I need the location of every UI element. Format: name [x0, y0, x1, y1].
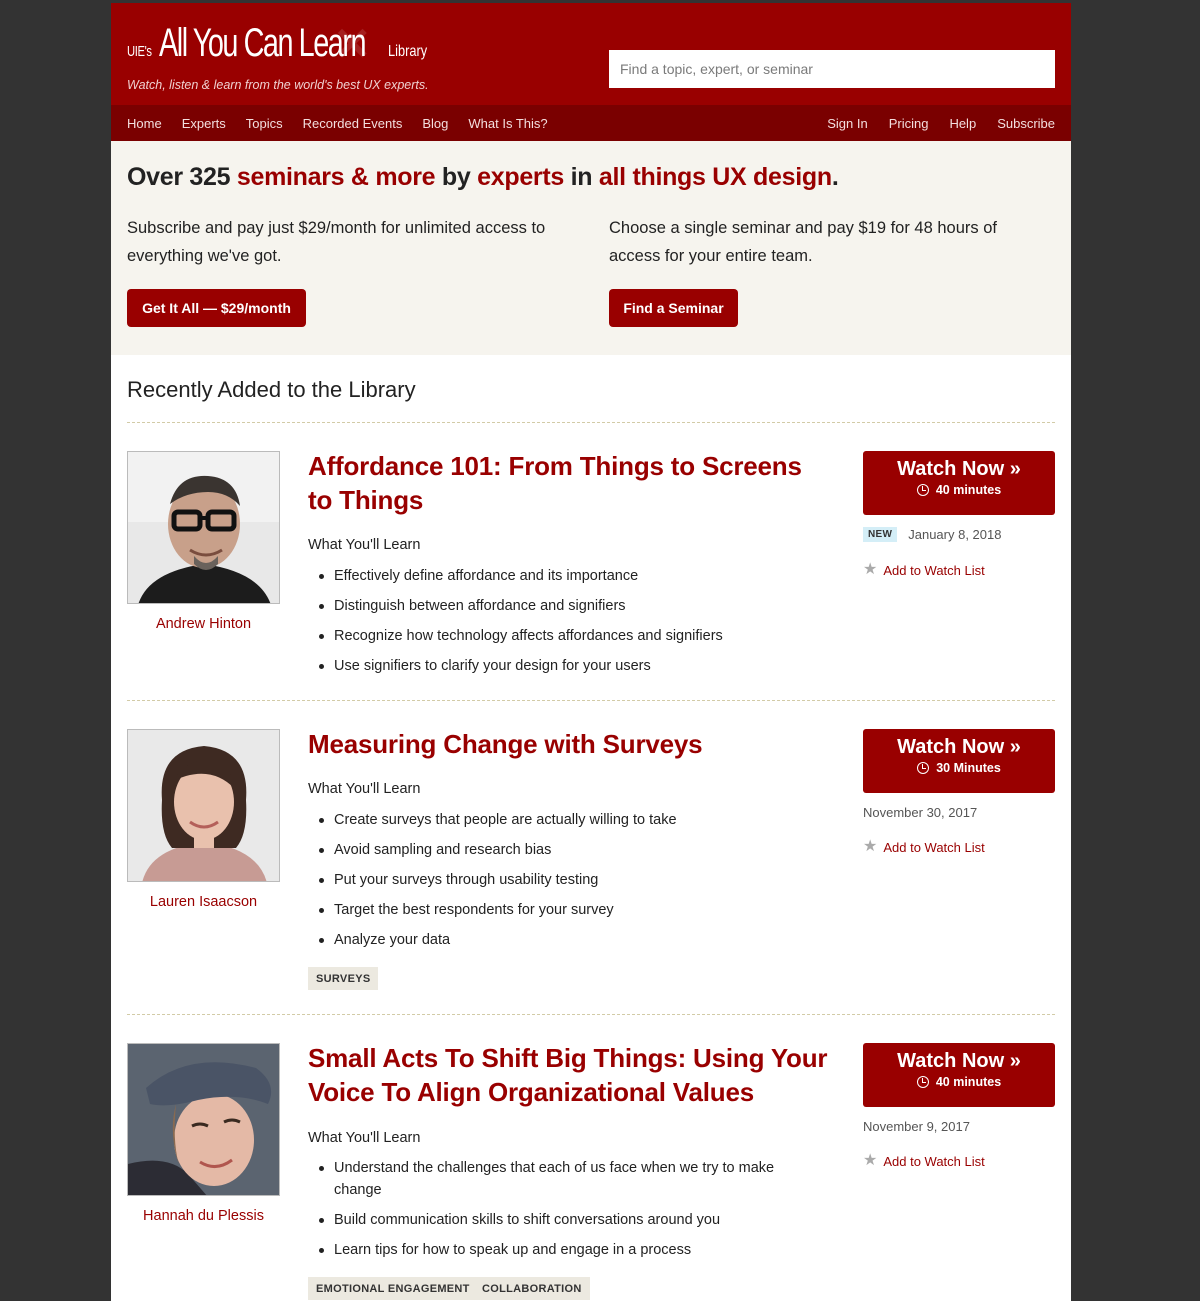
- duration: 40 minutes: [935, 1075, 1002, 1089]
- add-to-watch-list-link[interactable]: ★ Add to Watch List: [863, 839, 985, 855]
- nav-blog[interactable]: Blog: [422, 116, 448, 131]
- tagline: Watch, listen & learn from the world's b…: [127, 78, 429, 92]
- headline-link-experts[interactable]: experts: [477, 163, 564, 191]
- logo-prefix: UIE's: [127, 43, 152, 60]
- headline-text: Over 325: [127, 163, 237, 191]
- learn-item: Build communication skills to shift conv…: [308, 1209, 808, 1231]
- recent-heading: Recently Added to the Library: [127, 377, 416, 402]
- learn-item: Avoid sampling and research bias: [308, 839, 808, 861]
- tag-emotional-engagement[interactable]: EMOTIONAL ENGAGEMENT: [308, 1277, 478, 1300]
- nav-pricing[interactable]: Pricing: [889, 116, 929, 131]
- hero-headline: Over 325 seminars & more by experts in a…: [127, 163, 839, 192]
- hero: Over 325 seminars & more by experts in a…: [111, 141, 1071, 355]
- watch-now-label: Watch Now »: [897, 1050, 1021, 1072]
- headline-link-seminars[interactable]: seminars & more: [237, 163, 436, 191]
- learn-item: Recognize how technology affects afforda…: [308, 625, 808, 647]
- logo-suffix: Library: [388, 43, 428, 60]
- star-icon: ★: [863, 1152, 878, 1169]
- clock-icon: [916, 1076, 929, 1088]
- learn-list: Effectively define affordance and its im…: [308, 565, 808, 685]
- single-seminar-text: Choose a single seminar and pay $19 for …: [609, 219, 997, 265]
- seminar-meta: NEW January 8, 2018: [863, 527, 1001, 542]
- watch-now-button[interactable]: Watch Now » 40 minutes: [863, 451, 1055, 515]
- add-to-watch-list-label: Add to Watch List: [883, 839, 985, 855]
- nav-home[interactable]: Home: [127, 116, 162, 131]
- author-photo-andrew-hinton[interactable]: [127, 451, 280, 604]
- nav-sign-in[interactable]: Sign In: [827, 116, 867, 131]
- headline-text: in: [563, 163, 599, 191]
- what-youll-learn-label: What You'll Learn: [308, 1130, 421, 1146]
- star-icon: ★: [863, 561, 878, 578]
- tag-surveys[interactable]: SURVEYS: [308, 967, 379, 990]
- headline-text: by: [435, 163, 478, 191]
- seminar-date: November 9, 2017: [863, 1119, 970, 1134]
- what-youll-learn-label: What You'll Learn: [308, 537, 421, 553]
- tag-collaboration[interactable]: COLLABORATION: [474, 1277, 590, 1300]
- star-icon: ★: [863, 838, 878, 855]
- learn-item: Learn tips for how to speak up and engag…: [308, 1239, 808, 1261]
- nav-experts[interactable]: Experts: [182, 116, 226, 131]
- seminar-meta: November 30, 2017: [863, 805, 977, 820]
- learn-item: Distinguish between affordance and signi…: [308, 595, 808, 617]
- nav-topics[interactable]: Topics: [246, 116, 283, 131]
- seminar-item: Hannah du Plessis Small Acts To Shift Bi…: [127, 1043, 1055, 1301]
- headline-link-topics[interactable]: all things UX design: [599, 163, 832, 191]
- watch-now-button[interactable]: Watch Now » 40 minutes: [863, 1043, 1055, 1107]
- author-name[interactable]: Lauren Isaacson: [127, 894, 280, 910]
- learn-item: Effectively define affordance and its im…: [308, 565, 808, 587]
- learn-item: Analyze your data: [308, 929, 808, 951]
- learn-item: Target the best respondents for your sur…: [308, 899, 808, 921]
- author-name[interactable]: Hannah du Plessis: [127, 1208, 280, 1224]
- nav-what-is-this[interactable]: What Is This?: [468, 116, 547, 131]
- headline-text: .: [831, 163, 839, 191]
- seminar-date: January 8, 2018: [908, 527, 1002, 542]
- nav-subscribe[interactable]: Subscribe: [997, 116, 1055, 131]
- learn-list: Create surveys that people are actually …: [308, 809, 808, 959]
- seminar-item: Lauren Isaacson Measuring Change with Su…: [127, 729, 1055, 999]
- watch-now-label: Watch Now »: [897, 736, 1021, 758]
- learn-item: Understand the challenges that each of u…: [308, 1157, 808, 1201]
- add-to-watch-list-label: Add to Watch List: [883, 1153, 985, 1169]
- search-input[interactable]: [609, 50, 1055, 88]
- divider: [127, 422, 1055, 423]
- add-to-watch-list-link[interactable]: ★ Add to Watch List: [863, 1153, 985, 1169]
- nav-help[interactable]: Help: [949, 116, 976, 131]
- subscribe-text: Subscribe and pay just $29/month for unl…: [127, 219, 546, 265]
- seminar-meta: November 9, 2017: [863, 1119, 970, 1134]
- new-badge: NEW: [863, 527, 898, 542]
- seminar-date: November 30, 2017: [863, 805, 978, 820]
- author-name[interactable]: Andrew Hinton: [127, 616, 280, 632]
- what-youll-learn-label: What You'll Learn: [308, 781, 421, 797]
- learn-list: Understand the challenges that each of u…: [308, 1157, 808, 1269]
- watch-now-button[interactable]: Watch Now » 30 Minutes: [863, 729, 1055, 793]
- duration: 30 Minutes: [936, 761, 1001, 775]
- seminar-title[interactable]: Small Acts To Shift Big Things: Using Yo…: [308, 1041, 828, 1109]
- learn-item: Use signifiers to clarify your design fo…: [308, 655, 808, 677]
- watch-now-label: Watch Now »: [897, 458, 1021, 480]
- learn-item: Put your surveys through usability testi…: [308, 869, 808, 891]
- learn-item: Create surveys that people are actually …: [308, 809, 808, 831]
- clock-icon: [917, 762, 930, 774]
- author-photo-hannah-du-plessis[interactable]: [127, 1043, 280, 1196]
- find-seminar-button[interactable]: Find a Seminar: [609, 289, 738, 327]
- get-it-all-button[interactable]: Get It All — $29/month: [127, 289, 306, 327]
- page: ✕ UIE's All You Can Learn Library Watch,…: [111, 0, 1071, 1301]
- seminar-item: Andrew Hinton Affordance 101: From Thing…: [127, 451, 1055, 691]
- main-nav: Home Experts Topics Recorded Events Blog…: [111, 105, 1071, 141]
- seminar-title[interactable]: Affordance 101: From Things to Screens t…: [308, 449, 828, 517]
- nav-recorded-events[interactable]: Recorded Events: [303, 116, 403, 131]
- site-header: ✕ UIE's All You Can Learn Library Watch,…: [111, 0, 1071, 105]
- site-logo[interactable]: UIE's All You Can Learn Library: [127, 21, 437, 66]
- add-to-watch-list-label: Add to Watch List: [883, 562, 985, 578]
- add-to-watch-list-link[interactable]: ★ Add to Watch List: [863, 562, 985, 578]
- clock-icon: [916, 484, 929, 496]
- author-photo-lauren-isaacson[interactable]: [127, 729, 280, 882]
- logo-main: All You Can Learn: [159, 21, 367, 65]
- seminar-title[interactable]: Measuring Change with Surveys: [308, 727, 828, 761]
- divider: [127, 1014, 1055, 1015]
- duration: 40 minutes: [935, 483, 1002, 497]
- divider: [127, 700, 1055, 701]
